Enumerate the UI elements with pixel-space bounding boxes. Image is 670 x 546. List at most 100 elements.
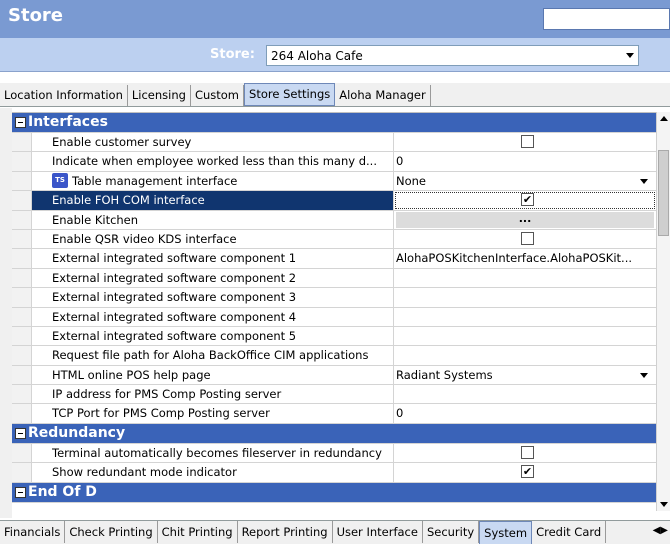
dropdown-value[interactable]: Radiant Systems: [396, 368, 654, 382]
row-label: Enable FOH COM interface: [52, 193, 205, 208]
grid-row[interactable]: Enable QSR video KDS interface: [12, 229, 656, 250]
top-tab-store-settings[interactable]: Store Settings: [244, 83, 336, 106]
bottom-tab-user-interface[interactable]: User Interface: [333, 521, 423, 543]
text-value[interactable]: 0: [396, 154, 654, 168]
grid-row[interactable]: External integrated software component 1…: [12, 249, 656, 269]
store-label: Store:: [210, 47, 255, 62]
checkbox[interactable]: ✔: [521, 465, 534, 479]
grid-row[interactable]: Enable customer survey: [12, 133, 656, 153]
dropdown-value[interactable]: None: [396, 174, 654, 188]
left-margin: [0, 108, 12, 518]
grid-row[interactable]: Request file path for Aloha BackOffice C…: [12, 346, 656, 366]
ellipsis-button[interactable]: ...: [396, 211, 654, 228]
grid-row[interactable]: TCP Port for PMS Comp Posting server 0: [12, 404, 656, 424]
row-label: Request file path for Aloha BackOffice C…: [52, 348, 369, 363]
grid-row[interactable]: External integrated software component 3: [12, 288, 656, 308]
row-gutter: [12, 365, 32, 385]
grid-row[interactable]: External integrated software component 5: [12, 326, 656, 347]
title-search-box[interactable]: [543, 8, 670, 30]
top-tab-custom[interactable]: Custom: [191, 85, 245, 106]
grid-row[interactable]: External integrated software component 4: [12, 307, 656, 327]
top-tab-strip: Location Information Licensing Custom Store…: [0, 83, 670, 107]
checkbox[interactable]: ✔: [521, 193, 534, 207]
property-grid: Interfaces Enable customer survey Indicate…: [12, 112, 656, 511]
row-label: Enable Kitchen: [52, 212, 139, 227]
chevron-down-icon: [626, 53, 634, 58]
tab-scroll-arrows-icon[interactable]: ◀▶: [653, 525, 668, 536]
section-title: Redundancy: [28, 424, 126, 441]
grid-row[interactable]: Terminal automatically becomes fileserve…: [12, 443, 656, 464]
chevron-down-icon[interactable]: [640, 372, 648, 378]
row-gutter: [12, 152, 32, 171]
bottom-tab-strip: Financials Check Printing Chit Printing Rep…: [0, 520, 670, 544]
section-title: End Of D: [28, 483, 97, 500]
scroll-up-icon[interactable]: [657, 112, 670, 126]
row-gutter: [12, 191, 32, 210]
window-title: Store: [8, 5, 64, 26]
text-value[interactable]: AlohaPOSKitchenInterface.AlohaPOSKit...: [396, 251, 654, 265]
text-value[interactable]: 0: [396, 406, 654, 420]
grid-row[interactable]: Indicate when employee worked less than …: [12, 152, 656, 172]
grid-row[interactable]: TS Table management interface None: [12, 171, 656, 192]
bottom-tab-chit-printing[interactable]: Chit Printing: [158, 521, 238, 543]
bottom-tab-check-printing[interactable]: Check Printing: [65, 521, 158, 543]
row-gutter: [12, 171, 32, 191]
row-gutter: [12, 463, 32, 482]
row-gutter: [12, 133, 32, 152]
row-gutter: [12, 229, 32, 249]
row-label: Table management interface: [72, 173, 238, 188]
checkbox[interactable]: [521, 231, 534, 245]
collapse-icon[interactable]: [15, 427, 26, 439]
row-gutter: [12, 326, 32, 346]
checkbox[interactable]: [521, 135, 534, 148]
row-label: TCP Port for PMS Comp Posting server: [52, 406, 270, 421]
row-gutter: [12, 443, 32, 463]
bottom-tab-report-printing[interactable]: Report Printing: [238, 521, 333, 543]
store-selector-bar: Store: 264 Aloha Cafe: [0, 38, 670, 72]
grid-row[interactable]: HTML online POS help page Radiant Systems: [12, 365, 656, 386]
row-label: Terminal automatically becomes fileserve…: [52, 445, 382, 460]
row-label: Enable customer survey: [52, 135, 192, 149]
title-bar: Store: [0, 0, 670, 38]
row-gutter: [12, 385, 32, 404]
row-gutter: [12, 210, 32, 229]
section-header-end-of-d[interactable]: End Of D: [12, 482, 656, 503]
bottom-tab-credit-card[interactable]: Credit Card: [532, 521, 607, 543]
row-label: External integrated software component 1: [52, 251, 297, 266]
scroll-down-icon[interactable]: [657, 497, 670, 511]
row-gutter: [12, 268, 32, 288]
collapse-icon[interactable]: [15, 117, 26, 128]
grid-row[interactable]: External integrated software component 2: [12, 268, 656, 289]
checkbox[interactable]: [521, 445, 534, 459]
bottom-tab-system[interactable]: System: [479, 521, 533, 544]
row-label: External integrated software component 2: [52, 270, 297, 285]
top-tab-aloha-manager[interactable]: Aloha Manager: [335, 85, 431, 106]
bottom-tab-security[interactable]: Security: [423, 521, 480, 543]
store-dropdown-value: 264 Aloha Cafe: [271, 49, 363, 63]
row-label: Show redundant mode indicator: [52, 465, 237, 480]
grid-row[interactable]: Show redundant mode indicator ✔: [12, 463, 656, 483]
scroll-thumb[interactable]: [658, 150, 669, 236]
collapse-icon[interactable]: [15, 486, 26, 498]
row-gutter: [12, 307, 32, 326]
vertical-scrollbar[interactable]: [656, 112, 670, 511]
chevron-down-icon[interactable]: [640, 178, 648, 184]
section-header-redundancy[interactable]: Redundancy: [12, 423, 656, 444]
row-label: External integrated software component 4: [52, 309, 297, 324]
row-label: IP address for PMS Comp Posting server: [52, 387, 282, 402]
row-gutter: [12, 404, 32, 423]
row-gutter: [12, 249, 32, 268]
bottom-tab-financials[interactable]: Financials: [0, 521, 66, 543]
section-header-interfaces[interactable]: Interfaces: [12, 113, 656, 133]
grid-row[interactable]: Enable FOH COM interface ✔: [12, 191, 656, 211]
ts-icon: TS: [52, 172, 68, 188]
grid-row[interactable]: Enable Kitchen...: [12, 210, 656, 230]
top-tab-location-information[interactable]: Location Information: [0, 85, 128, 106]
grid-row[interactable]: IP address for PMS Comp Posting server: [12, 385, 656, 405]
top-tab-licensing[interactable]: Licensing: [128, 85, 191, 106]
row-gutter: [12, 346, 32, 365]
row-gutter: [12, 288, 32, 307]
row-label: External integrated software component 5: [52, 328, 297, 343]
section-title: Interfaces: [28, 114, 108, 130]
store-dropdown[interactable]: 264 Aloha Cafe: [266, 45, 639, 66]
